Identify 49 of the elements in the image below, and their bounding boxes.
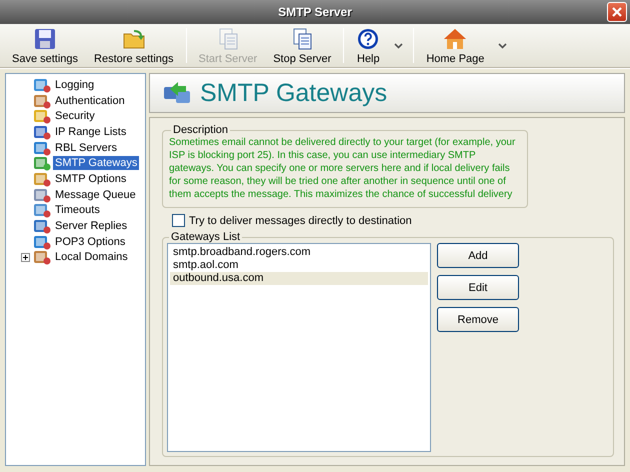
tree-item[interactable]: SMTP Options	[53, 172, 128, 186]
tree-item[interactable]: Logging	[53, 78, 96, 92]
tree-item-icon	[33, 234, 51, 250]
toolbar-button[interactable]: Restore settings	[86, 26, 182, 65]
tree-item[interactable]: Security	[53, 109, 97, 124]
tree-item-icon	[33, 186, 51, 203]
checkbox[interactable]	[172, 214, 185, 227]
action-button[interactable]: Add	[437, 243, 519, 268]
tree-item-icon	[33, 76, 51, 93]
tree-item[interactable]: Timeouts	[53, 203, 102, 218]
house-icon	[443, 26, 468, 50]
description-text: Sometimes email cannot be delivered directly to your target (for example, your ISP is blocking port 25). In this case, you can use intermediary SMTP gateways. You can specify one or more servers here and if local delivery fails for some reason, they will be tried one after another in sequence until one of them accepts the message. This maximizes the chance of successful delivery	[169, 136, 516, 201]
list-item[interactable]: outbound.usa.com	[170, 272, 428, 285]
group-label: Description	[172, 124, 230, 136]
tree-item[interactable]: RBL Servers	[53, 140, 119, 155]
close-button[interactable]	[607, 2, 627, 22]
caret-icon	[498, 42, 508, 48]
page-title: SMTP Gateways	[200, 78, 388, 108]
toolbar-button[interactable]: Save settings	[4, 26, 86, 65]
toolbar-button[interactable]: Help	[348, 26, 388, 65]
tree-item-icon	[33, 218, 51, 234]
close-icon	[612, 7, 622, 17]
caret-icon	[394, 42, 404, 48]
help-icon	[356, 26, 380, 50]
tree-item-icon	[33, 108, 51, 124]
window-title: SMTP Server	[278, 5, 352, 19]
action-button[interactable]: Remove	[437, 307, 519, 332]
action-button[interactable]: Edit	[437, 275, 519, 300]
tree-item[interactable]: Local Domains	[53, 250, 130, 264]
tree-item-icon	[33, 202, 51, 218]
tree-item[interactable]: POP3 Options	[53, 234, 128, 249]
tree-item[interactable]: Message Queue	[53, 188, 138, 202]
tree-item-icon	[33, 170, 51, 187]
tree-item[interactable]: SMTP Gateways	[53, 156, 140, 170]
tree-item[interactable]: Authentication	[53, 94, 127, 108]
list-item[interactable]: smtp.aol.com	[170, 259, 428, 272]
toolbar-button[interactable]: Home Page	[418, 26, 492, 65]
toolbar-button[interactable]: Stop Server	[265, 26, 340, 65]
tree-item[interactable]: Server Replies	[53, 219, 130, 234]
checkbox-label: Try to deliver messages directly to destination	[189, 214, 412, 226]
tree-item-icon	[33, 249, 51, 266]
tree-item-icon	[33, 124, 51, 140]
tree-item-icon	[33, 155, 51, 172]
tree-item[interactable]: IP Range Lists	[53, 124, 128, 139]
expand-icon[interactable]	[21, 252, 30, 262]
group-label: Gateways List	[170, 231, 242, 243]
tree-item-icon	[33, 140, 51, 156]
list-item[interactable]: smtp.broadband.rogers.com	[170, 246, 428, 259]
tree-item-icon	[33, 92, 51, 109]
